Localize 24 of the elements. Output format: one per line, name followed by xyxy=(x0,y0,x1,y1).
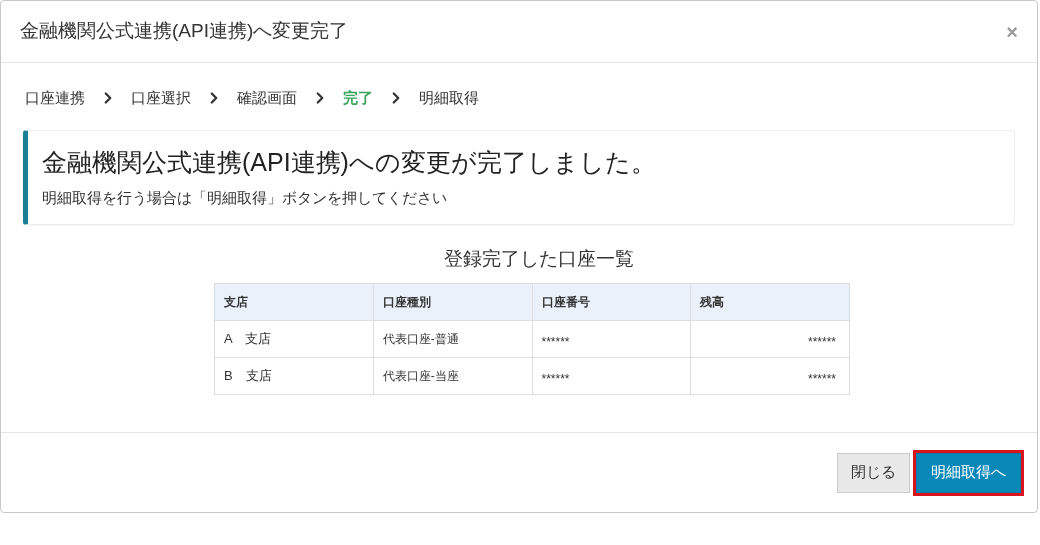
close-dialog-button[interactable]: 閉じる xyxy=(837,452,910,493)
step-label: 確認画面 xyxy=(237,88,297,108)
table-cell: ****** xyxy=(532,357,691,395)
table-cell: 代表口座-当座 xyxy=(373,357,532,395)
table-cell: ****** xyxy=(690,320,850,358)
table-cell: ****** xyxy=(690,357,850,395)
notice-heading: 金融機関公式連携(API連携)への変更が完了しました。 xyxy=(42,146,657,178)
step-label: 口座連携 xyxy=(25,88,85,108)
step-label: 完了 xyxy=(343,88,373,108)
notice-message: 明細取得を行う場合は「明細取得」ボタンを押してください xyxy=(42,187,448,208)
column-header: 口座種別 xyxy=(373,283,532,321)
table-title: 登録完了した口座一覧 xyxy=(443,246,635,271)
step-label: 明細取得 xyxy=(419,88,479,108)
close-button[interactable]: × xyxy=(1006,21,1018,42)
table-cell: B 支店 xyxy=(214,357,374,395)
table-cell: ****** xyxy=(532,320,691,358)
column-header: 支店 xyxy=(214,283,374,321)
table-cell: 代表口座-普通 xyxy=(373,320,532,358)
column-header: 口座番号 xyxy=(532,283,691,321)
column-header: 残高 xyxy=(690,283,850,321)
primary-button[interactable]: 明細取得へ xyxy=(916,452,1021,493)
step-label: 口座選択 xyxy=(131,88,191,108)
dialog-title: 金融機関公式連携(API連携)へ変更完了 xyxy=(20,19,349,44)
table-cell: A 支店 xyxy=(214,320,374,358)
